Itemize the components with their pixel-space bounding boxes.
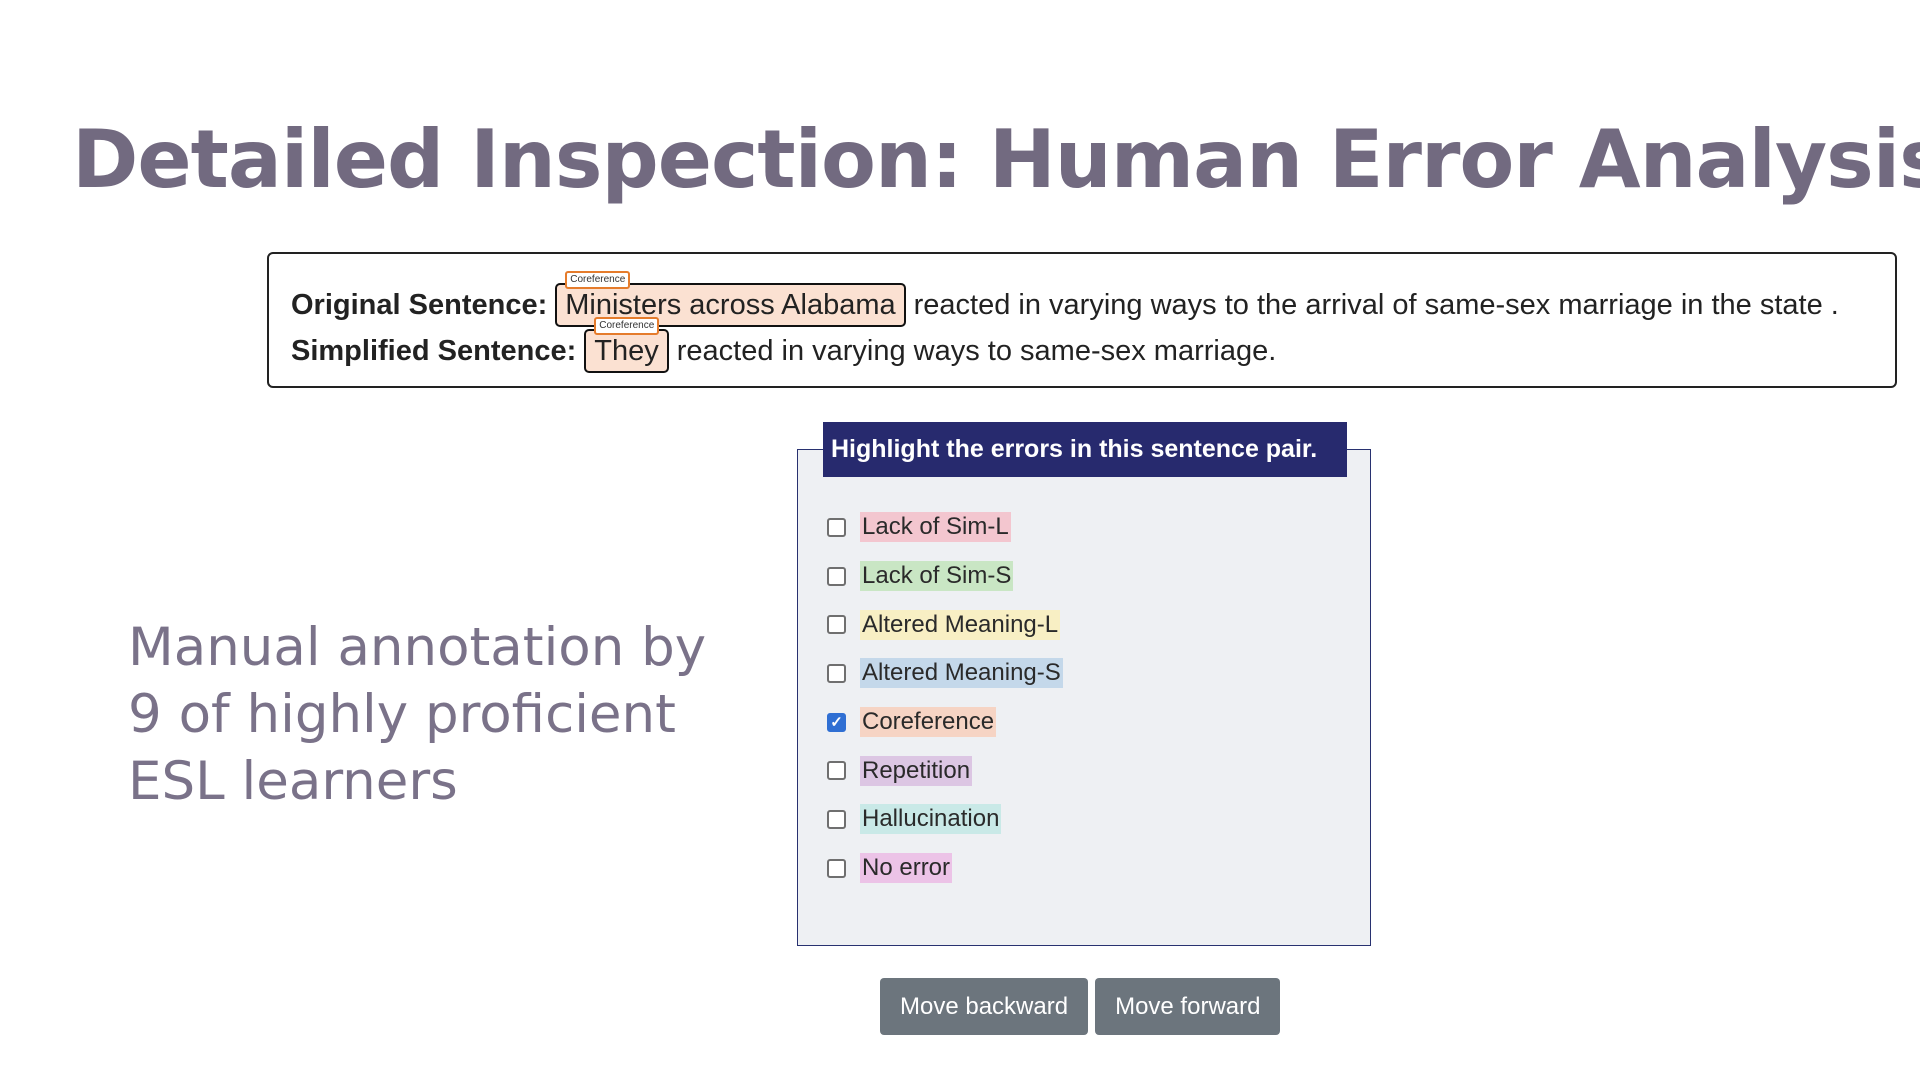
original-sentence: Original Sentence: Coreference Ministers a…: [291, 271, 1895, 328]
annotation-note: Manual annotation by 9 of highly profici…: [128, 614, 706, 815]
error-option-label[interactable]: Hallucination: [860, 804, 1002, 835]
move-forward-button[interactable]: Move forward: [1095, 978, 1281, 1035]
error-option-coreference[interactable]: ✓ Coreference: [827, 698, 1063, 747]
original-sentence-label: Original Sentence:: [291, 289, 548, 321]
error-option-no-error[interactable]: No error: [827, 844, 1063, 893]
error-option-label[interactable]: Coreference: [860, 707, 997, 738]
checkbox-checked[interactable]: ✓: [827, 712, 846, 732]
annotation-note-line: 9 of highly proficient: [128, 684, 676, 745]
original-sentence-text: reacted in varying ways to the arrival o…: [913, 289, 1839, 321]
error-option-label[interactable]: Altered Meaning-L: [860, 609, 1061, 640]
error-option-label[interactable]: Repetition: [860, 755, 973, 786]
error-option-label[interactable]: No error: [860, 853, 953, 884]
simplified-highlight-span[interactable]: Coreference They: [584, 317, 669, 373]
error-option-label[interactable]: Altered Meaning-S: [860, 658, 1063, 689]
sentence-pair-box: Original Sentence: Coreference Ministers a…: [267, 252, 1897, 388]
slide-title: Detailed Inspection: Human Error Analysi…: [72, 113, 1920, 206]
error-option-repetition[interactable]: Repetition: [827, 746, 1063, 795]
error-option-label[interactable]: Lack of Sim-L: [860, 512, 1011, 543]
error-option-altered-meaning-l[interactable]: Altered Meaning-L: [827, 600, 1063, 649]
navigation-buttons: Move backward Move forward: [880, 978, 1281, 1035]
error-option-lack-of-sim-l[interactable]: Lack of Sim-L: [827, 503, 1063, 552]
panel-header: Highlight the errors in this sentence pa…: [823, 422, 1347, 477]
error-option-hallucination[interactable]: Hallucination: [827, 795, 1063, 844]
move-backward-button[interactable]: Move backward: [880, 978, 1089, 1035]
checkbox[interactable]: [827, 663, 846, 683]
check-icon: ✓: [830, 713, 843, 731]
simplified-sentence-label: Simplified Sentence:: [291, 335, 577, 367]
simplified-sentence: Simplified Sentence: Coreference They react…: [291, 317, 1895, 374]
checkbox[interactable]: [827, 517, 846, 537]
checkbox[interactable]: [827, 566, 846, 586]
simplified-highlight-text: They: [594, 335, 659, 367]
error-options-list: Lack of Sim-L Lack of Sim-S Altered Meanin…: [827, 503, 1063, 893]
checkbox[interactable]: [827, 858, 846, 878]
coreference-tag: Coreference: [594, 317, 660, 335]
checkbox[interactable]: [827, 809, 846, 829]
error-option-label[interactable]: Lack of Sim-S: [860, 561, 1014, 592]
annotation-note-line: ESL learners: [128, 751, 458, 812]
checkbox[interactable]: [827, 761, 846, 781]
annotation-note-line: Manual annotation by: [128, 617, 707, 678]
coreference-tag: Coreference: [565, 271, 631, 289]
error-option-lack-of-sim-s[interactable]: Lack of Sim-S: [827, 552, 1063, 601]
checkbox[interactable]: [827, 615, 846, 635]
simplified-sentence-text: reacted in varying ways to same-sex marr…: [676, 335, 1277, 367]
error-option-altered-meaning-s[interactable]: Altered Meaning-S: [827, 649, 1063, 698]
